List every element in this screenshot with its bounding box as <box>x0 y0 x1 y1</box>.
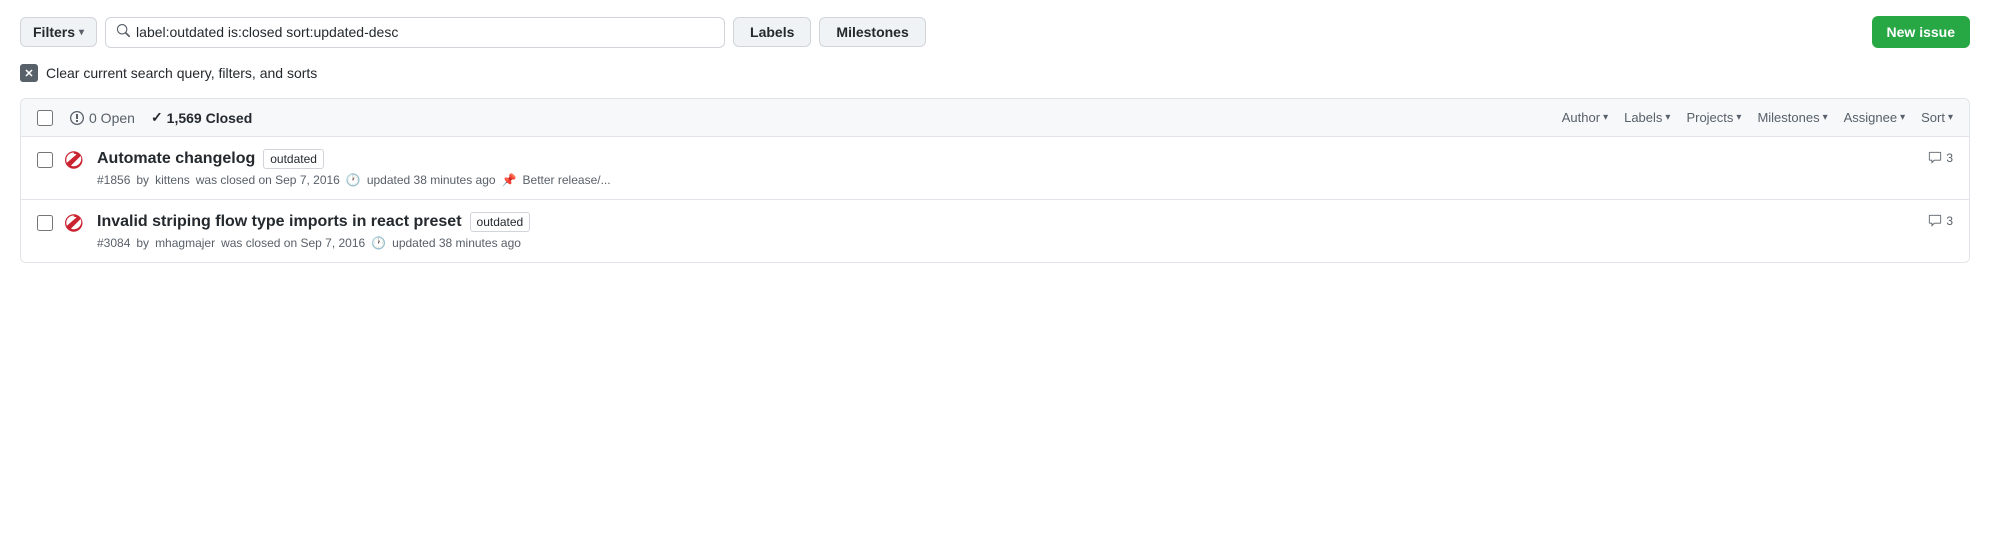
page-wrapper: Filters ▾ Labels Milestones New issue ✕ … <box>0 0 1990 279</box>
issue-number-2: #3084 <box>97 236 130 250</box>
issues-container: 0 Open ✓ 1,569 Closed Author ▾ Labels ▾ … <box>20 98 1970 263</box>
issue-title-line-1: Automate changelog outdated <box>97 149 1916 169</box>
projects-label: Projects <box>1686 110 1733 125</box>
select-all-checkbox[interactable] <box>37 110 53 126</box>
issue-closed-2: was closed on Sep 7, 2016 <box>221 236 365 250</box>
milestones-filter[interactable]: Milestones ▾ <box>1757 110 1827 125</box>
author-filter[interactable]: Author ▾ <box>1562 110 1608 125</box>
new-issue-label: New issue <box>1887 24 1955 40</box>
new-issue-button[interactable]: New issue <box>1872 16 1970 48</box>
issue-checkbox-2[interactable] <box>37 215 53 231</box>
issue-title-1[interactable]: Automate changelog <box>97 150 255 168</box>
milestones-label: Milestones <box>836 24 908 40</box>
filters-button[interactable]: Filters ▾ <box>20 17 97 47</box>
search-input[interactable] <box>136 24 714 40</box>
issue-milestone-1: Better release/... <box>523 173 611 187</box>
issue-comments-2[interactable]: 3 <box>1928 214 1953 228</box>
assignee-label: Assignee <box>1844 110 1897 125</box>
author-chevron-icon: ▾ <box>1603 112 1608 123</box>
labels-chevron-icon: ▾ <box>1665 112 1670 123</box>
clock-icon-1: 🕐 <box>346 173 361 187</box>
projects-chevron-icon: ▾ <box>1736 112 1741 123</box>
issue-content-2: Invalid striping flow type imports in re… <box>97 212 1916 250</box>
clear-search-text: Clear current search query, filters, and… <box>46 65 317 81</box>
issue-label-badge-2[interactable]: outdated <box>470 212 531 232</box>
issue-title-line-2: Invalid striping flow type imports in re… <box>97 212 1916 232</box>
filters-label: Filters <box>33 24 75 40</box>
closed-filter[interactable]: ✓ 1,569 Closed <box>151 109 252 126</box>
issues-header: 0 Open ✓ 1,569 Closed Author ▾ Labels ▾ … <box>21 99 1969 137</box>
projects-filter[interactable]: Projects ▾ <box>1686 110 1741 125</box>
issue-content-1: Automate changelog outdated #1856 by kit… <box>97 149 1916 187</box>
pin-icon-1: 📌 <box>502 173 517 187</box>
sort-filter[interactable]: Sort ▾ <box>1921 110 1953 125</box>
issue-author-2[interactable]: mhagmajer <box>155 236 215 250</box>
clear-search-icon: ✕ <box>20 64 38 82</box>
issue-author-1[interactable]: kittens <box>155 173 190 187</box>
author-label: Author <box>1562 110 1600 125</box>
closed-count: 1,569 Closed <box>167 110 253 126</box>
labels-filter-label: Labels <box>1624 110 1662 125</box>
filters-chevron-icon: ▾ <box>79 27 84 38</box>
issue-row: Automate changelog outdated #1856 by kit… <box>21 137 1969 200</box>
issue-meta-1: #1856 by kittens was closed on Sep 7, 20… <box>97 173 1916 187</box>
issue-label-badge-1[interactable]: outdated <box>263 149 324 169</box>
closed-issue-icon <box>65 150 85 170</box>
issue-title-2[interactable]: Invalid striping flow type imports in re… <box>97 213 462 231</box>
search-icon <box>116 24 130 41</box>
milestones-button[interactable]: Milestones <box>819 17 925 47</box>
milestones-chevron-icon: ▾ <box>1823 112 1828 123</box>
labels-button[interactable]: Labels <box>733 17 811 47</box>
issue-row-2: Invalid striping flow type imports in re… <box>21 200 1969 262</box>
clock-icon-2: 🕐 <box>371 236 386 250</box>
issue-updated-1: updated 38 minutes ago <box>367 173 496 187</box>
closed-issue-icon-2 <box>65 213 85 233</box>
search-box[interactable] <box>105 17 725 48</box>
issue-comment-count-2: 3 <box>1946 214 1953 228</box>
assignee-chevron-icon: ▾ <box>1900 112 1905 123</box>
issue-by-1: by <box>136 173 149 187</box>
open-count: 0 Open <box>89 110 135 126</box>
clear-search[interactable]: ✕ Clear current search query, filters, a… <box>20 64 1970 82</box>
issue-checkbox-1[interactable] <box>37 152 53 168</box>
issue-comment-count-1: 3 <box>1946 151 1953 165</box>
milestones-filter-label: Milestones <box>1757 110 1819 125</box>
issue-updated-2: updated 38 minutes ago <box>392 236 521 250</box>
sort-chevron-icon: ▾ <box>1948 112 1953 123</box>
issue-by-2: by <box>136 236 149 250</box>
top-bar: Filters ▾ Labels Milestones New issue <box>20 16 1970 48</box>
issue-closed-1: was closed on Sep 7, 2016 <box>196 173 340 187</box>
issue-meta-2: #3084 by mhagmajer was closed on Sep 7, … <box>97 236 1916 250</box>
open-filter[interactable]: 0 Open <box>69 110 135 126</box>
labels-filter[interactable]: Labels ▾ <box>1624 110 1670 125</box>
assignee-filter[interactable]: Assignee ▾ <box>1844 110 1906 125</box>
issue-comments-1[interactable]: 3 <box>1928 151 1953 165</box>
labels-label: Labels <box>750 24 794 40</box>
issue-number-1: #1856 <box>97 173 130 187</box>
sort-label: Sort <box>1921 110 1945 125</box>
